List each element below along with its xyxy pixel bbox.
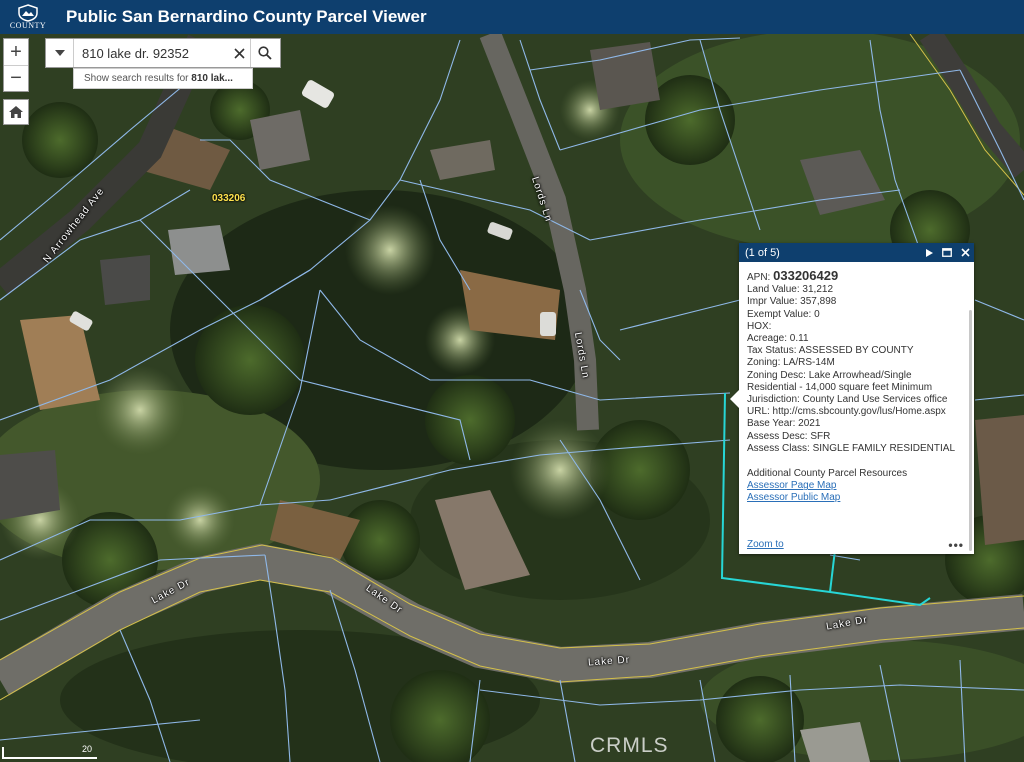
search-bar — [45, 38, 281, 68]
next-feature-button[interactable] — [920, 243, 938, 262]
more-actions-button[interactable]: ••• — [948, 539, 964, 551]
app-title: Public San Bernardino County Parcel View… — [66, 7, 427, 26]
parcel-popup: (1 of 5) APN: 033206429 Land Value: 31,2… — [730, 243, 974, 554]
watermark: CRMLS — [590, 734, 669, 757]
field-zoning-desc-cont: Residential - 14,000 square feet Minimum — [747, 381, 933, 393]
field-hox: HOX: — [747, 320, 772, 332]
popup-footer: Zoom to ••• — [747, 539, 964, 551]
popup-header: (1 of 5) — [739, 243, 974, 262]
resources-heading: Additional County Parcel Resources — [747, 468, 908, 480]
field-zoning-desc: Zoning Desc: Lake Arrowhead/Single — [747, 369, 912, 381]
search-button[interactable] — [250, 39, 278, 67]
field-url: URL: http://cms.sbcounty.gov/lus/Home.as… — [747, 406, 946, 418]
popup-scrollbar[interactable] — [969, 310, 972, 551]
field-land-value: Land Value: 31,212 — [747, 284, 834, 296]
field-tax-status: Tax Status: ASSESSED BY COUNTY — [747, 345, 914, 357]
parcel-book-label: 033206 — [212, 193, 246, 204]
assessor-page-map-link[interactable]: Assessor Page Map — [747, 480, 964, 492]
app-header: COUNTY Public San Bernardino County Parc… — [0, 0, 1024, 34]
clear-search-button[interactable] — [228, 39, 250, 67]
zoom-to-link[interactable]: Zoom to — [747, 539, 784, 551]
close-popup-button[interactable] — [956, 243, 974, 262]
dock-popup-button[interactable] — [938, 243, 956, 262]
close-icon — [960, 248, 970, 257]
field-impr-value: Impr Value: 357,898 — [747, 296, 837, 308]
scale-label: 20 — [82, 744, 93, 754]
search-source-dropdown[interactable] — [46, 39, 74, 67]
field-base-year: Base Year: 2021 — [747, 418, 821, 430]
suggestion-prefix: Show search results for — [84, 73, 192, 84]
home-button[interactable] — [3, 99, 29, 125]
assessor-public-map-link[interactable]: Assessor Public Map — [747, 492, 964, 504]
home-icon — [9, 106, 23, 118]
field-exempt-value: Exempt Value: 0 — [747, 308, 820, 320]
maximize-icon — [942, 248, 952, 257]
zoom-out-button[interactable]: − — [4, 65, 28, 91]
play-icon — [926, 248, 933, 257]
suggestion-term: 810 lak... — [191, 73, 233, 84]
chevron-down-icon — [54, 50, 65, 56]
close-icon — [233, 47, 245, 59]
field-assess-class: Assess Class: SINGLE FAMILY RESIDENTIAL — [747, 442, 956, 454]
apn-value: 033206429 — [773, 268, 839, 283]
zoom-controls: + − — [3, 38, 29, 92]
search-input[interactable] — [74, 40, 228, 66]
search-icon — [257, 46, 272, 60]
apn-row: APN: 033206429 — [747, 268, 964, 284]
county-seal-icon — [18, 4, 38, 22]
field-jurisdiction: Jurisdiction: County Land Use Services o… — [747, 394, 948, 406]
apn-label: APN: — [747, 272, 774, 283]
search-suggestion[interactable]: Show search results for 810 lak... — [73, 68, 253, 89]
field-assess-desc: Assess Desc: SFR — [747, 430, 831, 442]
zoom-in-button[interactable]: + — [4, 39, 28, 65]
popup-pointer — [730, 390, 739, 408]
county-logo: COUNTY — [0, 0, 56, 34]
field-zoning: Zoning: LA/RS-14M — [747, 357, 835, 369]
popup-content: APN: 033206429 Land Value: 31,212 Impr V… — [739, 262, 974, 554]
feature-count: (1 of 5) — [745, 246, 780, 259]
field-acreage: Acreage: 0.11 — [747, 333, 809, 345]
logo-text: COUNTY — [9, 21, 47, 30]
